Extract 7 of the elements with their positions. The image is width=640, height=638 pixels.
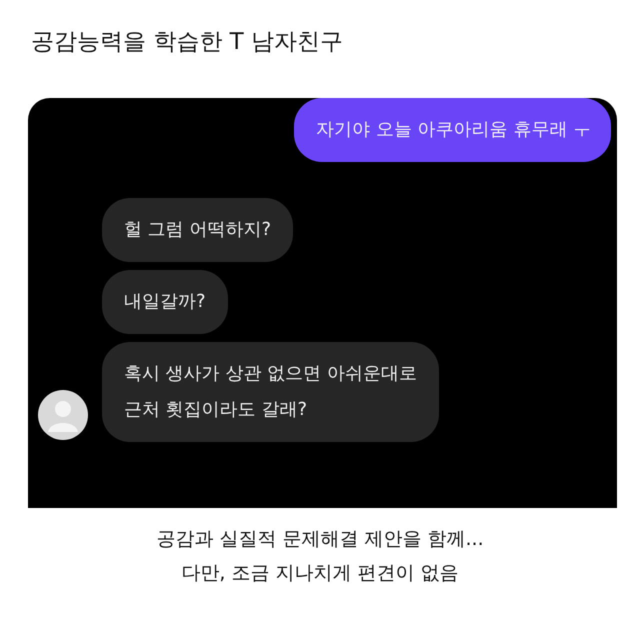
post-title: 공감능력을 학습한 T 남자친구: [31, 28, 344, 57]
sent-message: 자기야 오늘 아쿠아리움 휴무래 ㅜ: [294, 98, 611, 162]
received-message: 내일갈까?: [102, 270, 228, 334]
caption-line: 공감과 실질적 문제해결 제안을 함께...: [156, 527, 484, 552]
received-message: 혹시 생사가 상관 없으면 아쉬운대로 근처 횟집이라도 갈래?: [102, 342, 439, 442]
received-message: 헐 그럼 어떡하지?: [102, 198, 293, 262]
caption-line: 다만, 조금 지나치게 편견이 없음: [181, 561, 459, 586]
